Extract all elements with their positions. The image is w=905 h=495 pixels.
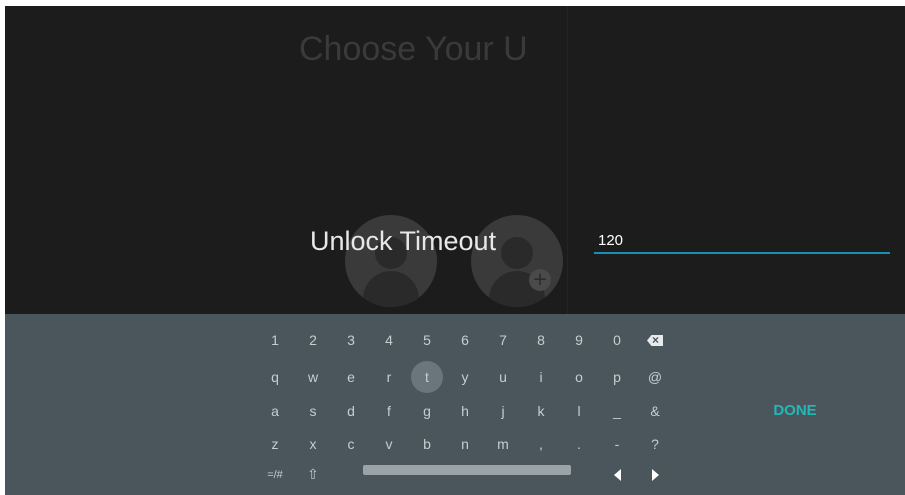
key-v[interactable]: v (371, 429, 407, 459)
key-y[interactable]: y (447, 362, 483, 392)
key-t-focused[interactable]: t (409, 361, 445, 393)
done-button[interactable]: DONE (755, 399, 835, 423)
key-o[interactable]: o (561, 362, 597, 392)
key-b[interactable]: b (409, 429, 445, 459)
key-a[interactable]: a (257, 396, 293, 426)
key-d[interactable]: d (333, 396, 369, 426)
key-c[interactable]: c (333, 429, 369, 459)
shift-key[interactable]: ⇧ (295, 459, 331, 489)
on-screen-keyboard: 1 2 3 4 5 6 7 8 9 0 q w e r t y u i o p … (5, 314, 905, 495)
key-6[interactable]: 6 (447, 325, 483, 355)
key-e[interactable]: e (333, 362, 369, 392)
panel-divider (567, 6, 568, 314)
key-ampersand[interactable]: & (637, 396, 673, 426)
key-t-label: t (425, 369, 429, 385)
key-f[interactable]: f (371, 396, 407, 426)
key-m[interactable]: m (485, 429, 521, 459)
key-underscore[interactable]: _ (599, 396, 635, 426)
key-hyphen[interactable]: - (599, 429, 635, 459)
key-9[interactable]: 9 (561, 325, 597, 355)
plus-icon: + (529, 269, 551, 291)
key-p[interactable]: p (599, 362, 635, 392)
key-period[interactable]: . (561, 429, 597, 459)
background-title: Choose Your U (299, 30, 528, 68)
key-1[interactable]: 1 (257, 325, 293, 355)
key-l[interactable]: l (561, 396, 597, 426)
key-k[interactable]: k (523, 396, 559, 426)
key-i[interactable]: i (523, 362, 559, 392)
arrow-left-icon (613, 469, 621, 481)
shift-icon: ⇧ (307, 466, 319, 482)
key-2[interactable]: 2 (295, 325, 331, 355)
cursor-right-key[interactable] (637, 459, 673, 489)
symbols-key[interactable]: =/# (257, 460, 293, 490)
key-7[interactable]: 7 (485, 325, 521, 355)
key-s[interactable]: s (295, 396, 331, 426)
key-5[interactable]: 5 (409, 325, 445, 355)
space-bar[interactable] (363, 465, 571, 475)
key-comma[interactable]: , (523, 429, 559, 459)
key-z[interactable]: z (257, 429, 293, 459)
key-r[interactable]: r (371, 362, 407, 392)
key-w[interactable]: w (295, 362, 331, 392)
key-4[interactable]: 4 (371, 325, 407, 355)
arrow-right-icon (651, 469, 659, 481)
key-3[interactable]: 3 (333, 325, 369, 355)
key-n[interactable]: n (447, 429, 483, 459)
screen: Choose Your U + Unlock Timeout 120 1 2 3… (5, 6, 905, 495)
key-u[interactable]: u (485, 362, 521, 392)
cursor-left-key[interactable] (599, 459, 635, 489)
key-at[interactable]: @ (637, 362, 673, 392)
unlock-timeout-label: Unlock Timeout (310, 226, 497, 256)
key-8[interactable]: 8 (523, 325, 559, 355)
key-h[interactable]: h (447, 396, 483, 426)
backspace-key[interactable] (637, 325, 673, 355)
key-j[interactable]: j (485, 396, 521, 426)
key-g[interactable]: g (409, 396, 445, 426)
unlock-timeout-input[interactable]: 120 (594, 232, 890, 254)
key-question[interactable]: ? (637, 429, 673, 459)
key-0[interactable]: 0 (599, 325, 635, 355)
key-x[interactable]: x (295, 429, 331, 459)
backspace-icon (647, 335, 663, 346)
key-q[interactable]: q (257, 362, 293, 392)
